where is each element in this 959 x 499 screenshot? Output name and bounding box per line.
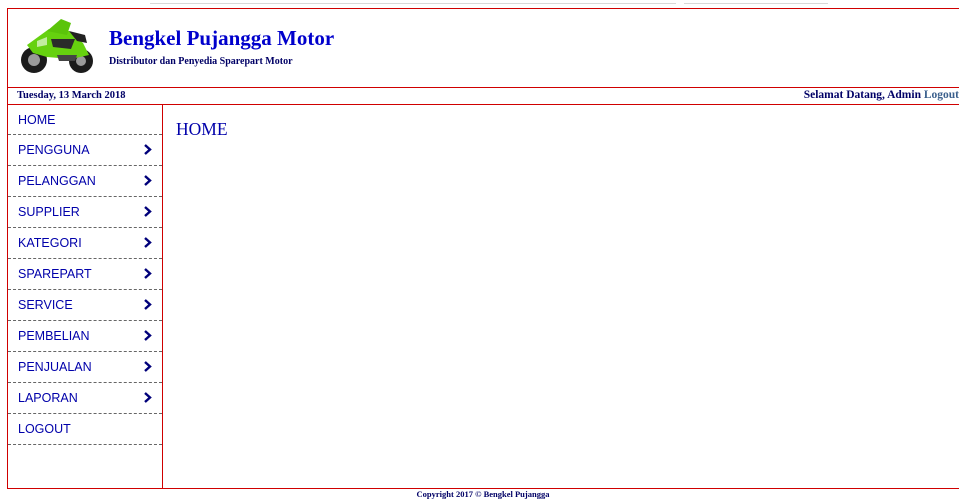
page-title: HOME: [176, 119, 228, 139]
sidebar-item-label: LAPORAN: [18, 391, 78, 405]
sidebar-item-kategori[interactable]: KATEGORI: [8, 228, 162, 259]
main-content: HOME: [164, 105, 959, 489]
sidebar-menu: HOME PENGGUNA PELANGGAN SUPPLIER KATEGOR…: [8, 105, 163, 489]
motorcycle-logo-icon: [21, 19, 93, 73]
site-header: Bengkel Pujangga Motor Distributor dan P…: [8, 9, 959, 87]
sidebar-item-label: PELANGGAN: [18, 174, 96, 188]
sidebar-item-label: LOGOUT: [18, 422, 71, 436]
search-bar-edge: [684, 3, 828, 4]
sidebar-item-label: PENGGUNA: [18, 143, 90, 157]
sidebar-item-pembelian[interactable]: PEMBELIAN: [8, 321, 162, 352]
chevron-right-icon: [144, 237, 152, 248]
logout-link[interactable]: Logout: [924, 89, 959, 101]
sidebar-item-logout[interactable]: LOGOUT: [8, 414, 162, 445]
chevron-right-icon: [144, 268, 152, 279]
sidebar-item-label: SERVICE: [18, 298, 73, 312]
site-subtitle: Distributor dan Penyedia Sparepart Motor: [109, 56, 293, 67]
chevron-right-icon: [144, 361, 152, 372]
chevron-right-icon: [144, 330, 152, 341]
sidebar-item-sparepart[interactable]: SPAREPART: [8, 259, 162, 290]
current-date: Tuesday, 13 March 2018: [17, 90, 126, 101]
welcome-message: Selamat Datang, Admin Logout: [804, 89, 959, 101]
welcome-text: Selamat Datang, Admin: [803, 89, 921, 101]
chevron-right-icon: [144, 392, 152, 403]
address-bar-edge: [150, 3, 676, 4]
sidebar-item-home[interactable]: HOME: [8, 105, 162, 135]
chevron-right-icon: [144, 144, 152, 155]
site-footer: Copyright 2017 © Bengkel Pujangga: [7, 488, 959, 499]
site-title: Bengkel Pujangga Motor: [109, 26, 335, 50]
sidebar-item-label: KATEGORI: [18, 236, 82, 250]
sidebar-item-label: PENJUALAN: [18, 360, 92, 374]
sidebar-item-pelanggan[interactable]: PELANGGAN: [8, 166, 162, 197]
sidebar-item-label: HOME: [18, 113, 56, 127]
sidebar-item-label: PEMBELIAN: [18, 329, 90, 343]
sidebar-item-penjualan[interactable]: PENJUALAN: [8, 352, 162, 383]
sidebar-item-label: SPAREPART: [18, 267, 92, 281]
chevron-right-icon: [144, 175, 152, 186]
chevron-right-icon: [144, 206, 152, 217]
sidebar-item-laporan[interactable]: LAPORAN: [8, 383, 162, 414]
sidebar-item-service[interactable]: SERVICE: [8, 290, 162, 321]
page-frame: Bengkel Pujangga Motor Distributor dan P…: [7, 8, 959, 489]
chevron-right-icon: [144, 299, 152, 310]
info-bar: Tuesday, 13 March 2018 Selamat Datang, A…: [8, 87, 959, 105]
copyright-text: Copyright 2017 © Bengkel Pujangga: [416, 489, 550, 499]
sidebar-item-label: SUPPLIER: [18, 205, 80, 219]
sidebar-item-supplier[interactable]: SUPPLIER: [8, 197, 162, 228]
browser-top-strip: [0, 0, 959, 8]
sidebar-item-pengguna[interactable]: PENGGUNA: [8, 135, 162, 166]
